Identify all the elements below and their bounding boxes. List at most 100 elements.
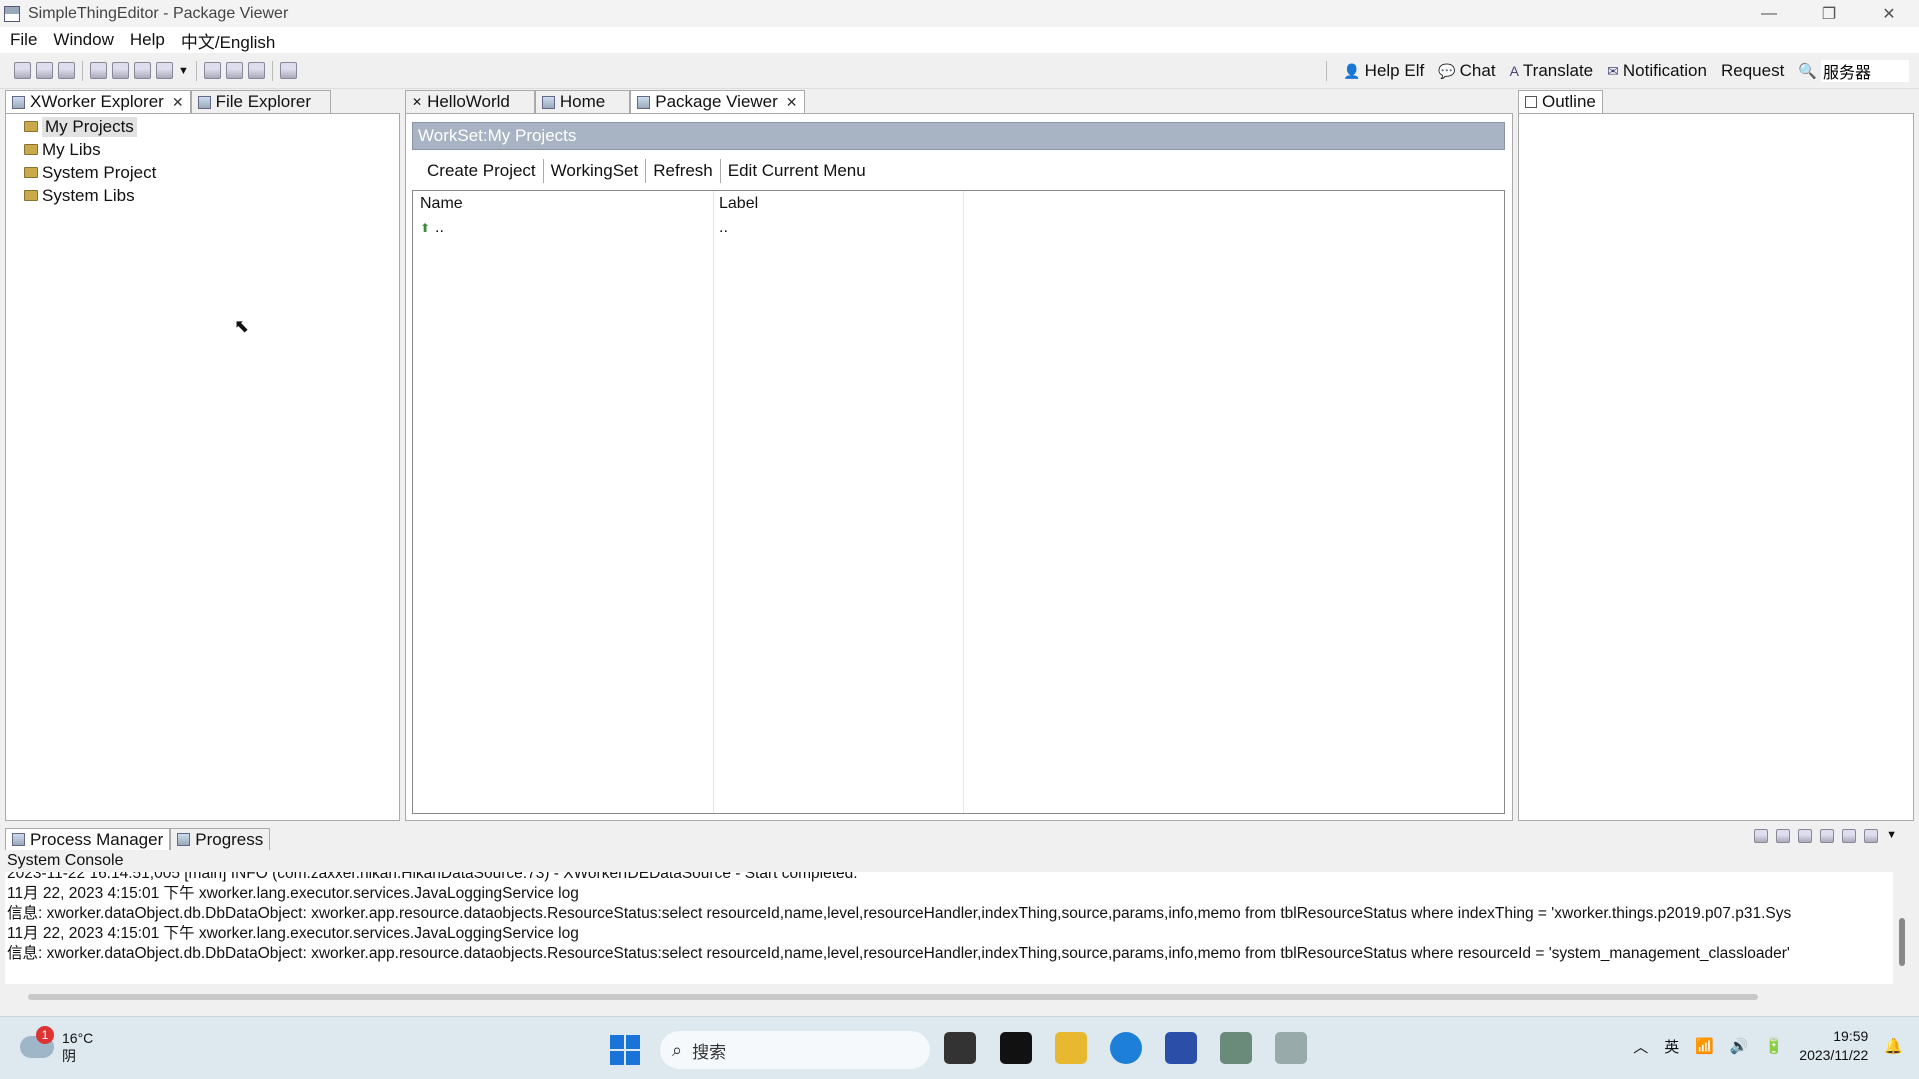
bottom-panel-tabs: Process Manager Progress — [5, 828, 271, 850]
main-toolbar: ▼ 👤 Help Elf 💬 Chat A Translate ✉ Notificati… — [0, 53, 1919, 89]
refresh-icon[interactable] — [90, 62, 107, 79]
chat-button[interactable]: 💬 Chat — [1438, 61, 1495, 81]
save-app-icon[interactable] — [1165, 1032, 1197, 1064]
book-icon[interactable] — [225, 62, 243, 79]
terminal-app-icon[interactable] — [1275, 1032, 1307, 1064]
close-button[interactable]: ✕ — [1859, 0, 1919, 27]
system-tray: ︿ 英 📶 🔊 🔋 19:59 2023/11/22 🔔 — [1633, 1027, 1903, 1065]
notification-button[interactable]: ✉ Notification — [1607, 61, 1707, 81]
tools-icon[interactable] — [279, 62, 297, 79]
console-title: System Console — [7, 852, 124, 869]
console-line: 信息: xworker.dataObject.db.DbDataObject: … — [7, 945, 1790, 962]
tab-file-explorer[interactable]: File Explorer — [190, 90, 331, 113]
console-toolbar: ▼ — [1754, 829, 1897, 843]
file-explorer-icon[interactable] — [1055, 1032, 1087, 1064]
remove-all-icon[interactable] — [1798, 829, 1813, 843]
intellij-icon[interactable] — [1000, 1032, 1032, 1064]
display-console-icon[interactable] — [1864, 829, 1879, 843]
new-icon[interactable] — [14, 62, 31, 79]
ime-indicator[interactable]: 英 — [1664, 1036, 1679, 1057]
workset-header: WorkSet:My Projects — [412, 122, 1505, 150]
create-project-button[interactable]: Create Project — [420, 159, 544, 183]
run-icon[interactable] — [203, 62, 221, 79]
copy-icon[interactable] — [156, 62, 173, 79]
tree-item-system-project[interactable]: System Project — [24, 161, 156, 184]
toolbar-separator — [195, 60, 197, 81]
title-bar: SimpleThingEditor - Package Viewer — ❐ ✕ — [0, 0, 1919, 27]
tab-progress[interactable]: Progress — [170, 828, 271, 850]
clock[interactable]: 19:59 2023/11/22 — [1799, 1027, 1868, 1065]
process-icon — [12, 833, 25, 846]
wifi-icon[interactable]: 📶 — [1695, 1037, 1714, 1055]
close-icon[interactable]: ✕ — [172, 94, 184, 111]
minimize-button[interactable]: — — [1739, 0, 1799, 27]
translate-button[interactable]: A Translate — [1510, 61, 1594, 81]
console-line: 信息: xworker.dataObject.db.DbDataObject: … — [7, 905, 1792, 922]
weather-desc: 阴 — [62, 1048, 76, 1064]
tree-item-my-libs[interactable]: My Libs — [24, 138, 156, 161]
tab-home[interactable]: Home — [534, 90, 631, 113]
home-icon — [541, 95, 555, 109]
menu-language[interactable]: 中文/English — [173, 28, 283, 53]
toolbar-separator — [271, 60, 273, 81]
search-input[interactable] — [1821, 60, 1909, 82]
weather-widget[interactable]: 1 16°C 阴 — [20, 1026, 94, 1065]
open-icon[interactable] — [58, 62, 75, 79]
stop-icon[interactable] — [1754, 829, 1769, 843]
package-table: Name Label ⬆ .. .. — [412, 190, 1505, 814]
save-icon[interactable] — [36, 62, 53, 79]
start-button[interactable] — [610, 1035, 640, 1065]
dropdown-arrow-icon[interactable]: ▼ — [178, 65, 189, 77]
battery-icon[interactable]: 🔋 — [1765, 1037, 1784, 1055]
left-panel — [5, 113, 400, 821]
window-title: SimpleThingEditor - Package Viewer — [28, 4, 289, 22]
console-menu-arrow-icon[interactable]: ▼ — [1886, 829, 1897, 843]
console-horizontal-scrollbar[interactable] — [28, 994, 1758, 1000]
console-copy-icon[interactable] — [1820, 829, 1835, 843]
menu-help[interactable]: Help — [122, 30, 173, 50]
notification-bell-icon[interactable]: 🔔 — [1884, 1037, 1903, 1055]
request-button[interactable]: Request — [1721, 61, 1784, 81]
tree-item-my-projects[interactable]: My Projects — [24, 115, 156, 138]
cloud-icon: 1 — [20, 1026, 54, 1058]
task-view-icon[interactable] — [944, 1032, 976, 1064]
speaker-icon[interactable]: 🔊 — [1730, 1037, 1749, 1055]
project-tree: My Projects My Libs System Project Syste… — [24, 115, 156, 207]
taskbar-search[interactable]: ⌕ 搜索 — [660, 1031, 930, 1069]
person-icon: 👤 — [1343, 62, 1361, 79]
package-viewer-toolbar: Create Project WorkingSet Refresh Edit C… — [420, 158, 873, 184]
menu-file[interactable]: File — [2, 30, 45, 50]
workingset-button[interactable]: WorkingSet — [544, 159, 647, 183]
editor-app-icon[interactable] — [1220, 1032, 1252, 1064]
windows-logo-icon — [626, 1035, 640, 1049]
restore-button[interactable]: ❐ — [1799, 0, 1859, 27]
console-vertical-scrollbar[interactable] — [1899, 918, 1905, 966]
notification-badge: 1 — [36, 1026, 54, 1044]
help-elf-button[interactable]: 👤 Help Elf — [1343, 61, 1424, 81]
tab-package-viewer[interactable]: Package Viewer ✕ — [630, 90, 805, 113]
column-header-label[interactable]: Label — [719, 195, 758, 213]
console-line: 11月 22, 2023 4:15:01 下午 xworker.lang.exe… — [7, 885, 579, 902]
system-console[interactable]: 2023-11-22 16:14:51,005 [main] INFO (com… — [5, 872, 1893, 984]
window-controls: — ❐ ✕ — [1739, 0, 1919, 27]
close-icon[interactable]: ✕ — [786, 94, 798, 111]
edit-current-menu-button[interactable]: Edit Current Menu — [721, 159, 873, 183]
user-icon[interactable] — [112, 62, 129, 79]
globe-icon[interactable] — [247, 62, 265, 79]
refresh-button[interactable]: Refresh — [646, 159, 721, 183]
outline-icon — [1525, 96, 1537, 108]
chevron-up-icon[interactable]: ︿ — [1633, 1036, 1648, 1057]
monitor-icon[interactable] — [134, 62, 151, 79]
progress-icon — [177, 833, 191, 846]
menu-window[interactable]: Window — [45, 30, 121, 50]
weather-temp: 16°C — [62, 1030, 94, 1046]
remove-icon[interactable] — [1776, 829, 1791, 843]
column-header-name[interactable]: Name — [420, 195, 463, 213]
pin-icon[interactable] — [1842, 829, 1857, 843]
tab-outline[interactable]: Outline — [1518, 90, 1603, 113]
tab-xworker-explorer[interactable]: XWorker Explorer ✕ — [5, 90, 191, 113]
tree-item-system-libs[interactable]: System Libs — [24, 184, 156, 207]
edge-icon[interactable] — [1110, 1032, 1142, 1064]
tab-helloworld[interactable]: ✕ HelloWorld — [405, 90, 535, 113]
tab-process-manager[interactable]: Process Manager — [5, 828, 171, 850]
